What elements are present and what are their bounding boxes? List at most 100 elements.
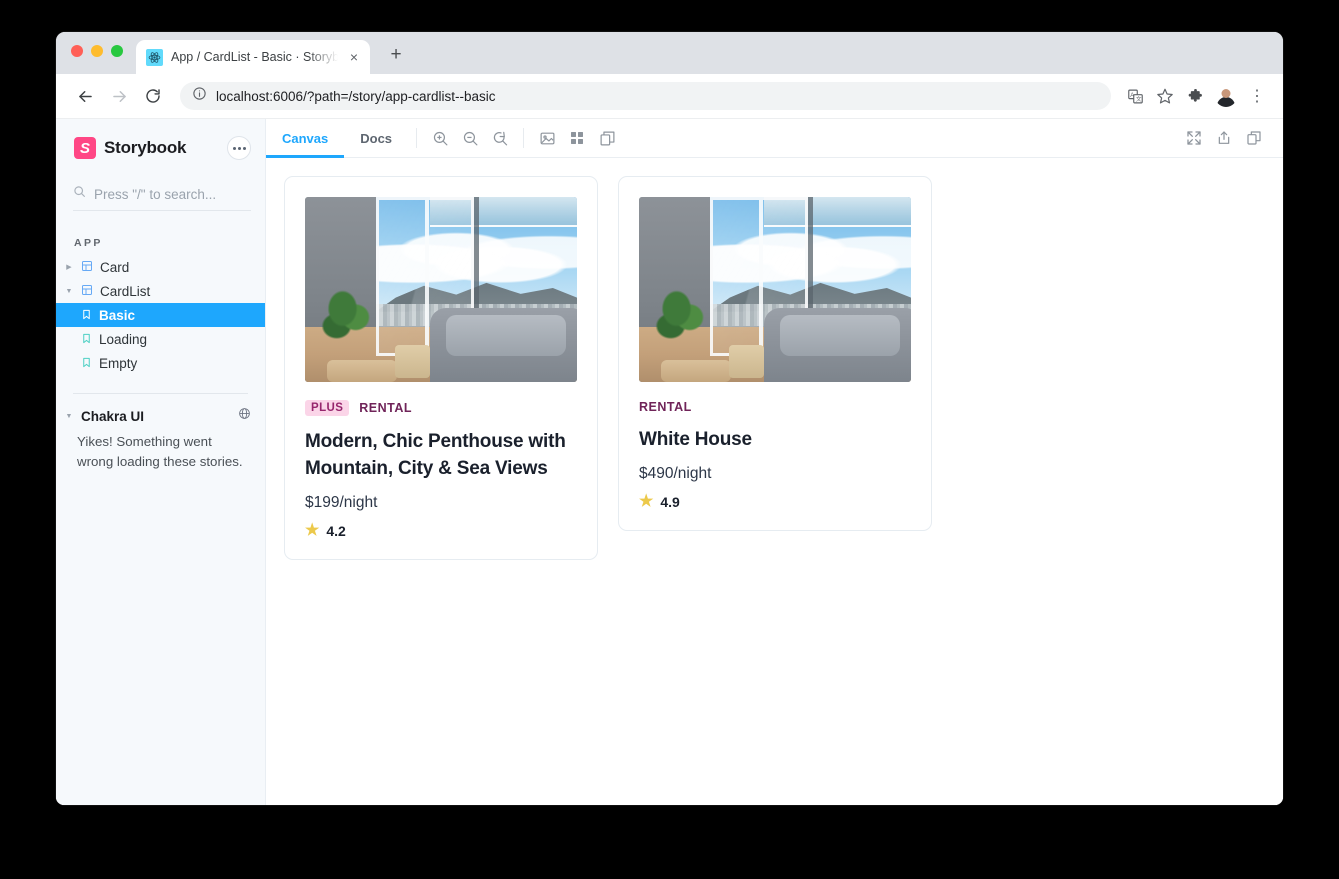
star-icon: ★ [305,522,320,539]
info-icon[interactable] [192,86,207,106]
rating-value: 4.2 [326,523,346,539]
close-window-button[interactable] [71,45,83,57]
grid-icon[interactable] [562,119,592,157]
sidebar-error-message: Yikes! Something went wrong loading thes… [77,434,243,469]
sidebar-item-basic[interactable]: Basic [56,303,265,327]
sidebar-header: S Storybook [56,133,265,163]
card-rating: ★ 4.9 [639,493,911,511]
storybook-app: S Storybook Press "/" to search... APP ▶… [56,119,1283,805]
brand[interactable]: S Storybook [74,137,186,159]
listing-image [639,197,911,382]
bookmark-icon [81,356,92,371]
forward-button[interactable] [104,81,134,111]
bookmark-icon [81,332,92,347]
card-badges: RENTAL [639,400,911,414]
zoom-controls [425,119,515,157]
browser-actions: A 文 ⋮ [1121,82,1271,110]
card-title: White House [639,429,752,450]
preview-actions [1179,119,1269,157]
card-price: $490/night [639,465,712,482]
story-tree: ▶ Card ▼ CardList Basic Loading Empty [56,255,265,375]
sidebar-item-label: Card [100,259,130,275]
sidebar: S Storybook Press "/" to search... APP ▶… [56,119,266,805]
listing-image [305,197,577,382]
copy-icon[interactable] [1239,119,1269,157]
url-text: localhost:6006/?path=/story/app-cardlist… [216,88,496,104]
translate-icon[interactable]: A 文 [1121,82,1149,110]
react-icon [146,48,163,66]
dot [237,146,241,150]
browser-titlebar: App / CardList - Basic · Storybook × + [56,32,1283,74]
story-canvas: PLUS RENTAL Modern, Chic Penthouse with … [266,158,1283,805]
url-bar[interactable]: localhost:6006/?path=/story/app-cardlist… [180,82,1111,110]
rating-value: 4.9 [660,494,680,510]
preview-panel: Canvas Docs PLUS RENTAL Modern, Chic Pen… [266,119,1283,805]
bookmark-icon [81,308,92,323]
preview-toolbar: Canvas Docs [266,119,1283,158]
search-icon [73,185,86,203]
toolbar-divider [523,128,525,148]
zoom-reset-icon[interactable] [485,119,515,157]
sidebar-item-label: Loading [99,331,148,347]
browser-tab-title: App / CardList - Basic · Storybook [171,50,338,64]
tab-docs[interactable]: Docs [344,119,408,157]
browser-window: App / CardList - Basic · Storybook × + [56,32,1283,805]
preview-tabs: Canvas Docs [266,119,408,158]
sidebar-section-chakra-ui[interactable]: ▼ Chakra UI [56,402,265,430]
sidebar-section-title: Chakra UI [81,408,145,424]
browser-tab[interactable]: App / CardList - Basic · Storybook × [136,40,370,74]
back-button[interactable] [70,81,100,111]
storybook-logo-icon: S [74,137,96,159]
sidebar-item-label: Empty [99,355,138,371]
sidebar-item-empty[interactable]: Empty [56,351,265,375]
measure-icon[interactable] [592,119,622,157]
dot [242,146,246,150]
component-icon [81,284,93,299]
sidebar-item-cardlist[interactable]: ▼ CardList [56,279,265,303]
search-input[interactable]: Press "/" to search... [73,185,251,211]
fullscreen-icon[interactable] [1179,119,1209,157]
tab-canvas[interactable]: Canvas [266,119,345,158]
card-price: $199/night [305,494,378,511]
sidebar-divider [73,393,248,394]
reload-button[interactable] [138,81,168,111]
image-icon[interactable] [532,119,562,157]
brand-name: Storybook [104,138,187,157]
sidebar-item-label: Basic [99,307,136,323]
search-placeholder: Press "/" to search... [94,186,217,202]
close-icon[interactable]: × [346,49,362,65]
addon-controls [532,119,622,157]
listing-card[interactable]: PLUS RENTAL Modern, Chic Penthouse with … [284,176,598,560]
browser-menu-button[interactable]: ⋮ [1243,82,1271,110]
sidebar-group-label: APP [74,237,103,249]
chevron-down-icon[interactable]: ▼ [64,288,74,295]
window-controls[interactable] [71,45,123,57]
listing-card[interactable]: RENTAL White House $490/night ★ 4.9 [618,176,932,531]
sidebar-item-loading[interactable]: Loading [56,327,265,351]
card-title: Modern, Chic Penthouse with Mountain, Ci… [305,431,566,479]
avatar[interactable] [1215,85,1237,107]
dot [232,146,236,150]
puzzle-icon[interactable] [1181,82,1209,110]
chevron-right-icon[interactable]: ▶ [64,263,74,271]
star-icon[interactable] [1151,82,1179,110]
card-badges: PLUS RENTAL [305,400,577,416]
maximize-window-button[interactable] [111,45,123,57]
zoom-out-icon[interactable] [455,119,485,157]
star-icon: ★ [639,493,654,510]
sidebar-menu-button[interactable] [227,136,251,160]
zoom-in-icon[interactable] [425,119,455,157]
chevron-down-icon[interactable]: ▼ [64,413,74,420]
browser-addressbar: localhost:6006/?path=/story/app-cardlist… [56,74,1283,119]
sidebar-item-label: CardList [100,283,151,299]
share-icon[interactable] [1209,119,1239,157]
globe-icon[interactable] [238,407,251,425]
toolbar-divider [416,128,418,148]
sidebar-item-card[interactable]: ▶ Card [56,255,265,279]
svg-text:A: A [1130,92,1134,98]
card-category: RENTAL [359,401,413,415]
new-tab-button[interactable]: + [382,40,410,68]
status-badge: PLUS [305,400,350,416]
minimize-window-button[interactable] [91,45,103,57]
